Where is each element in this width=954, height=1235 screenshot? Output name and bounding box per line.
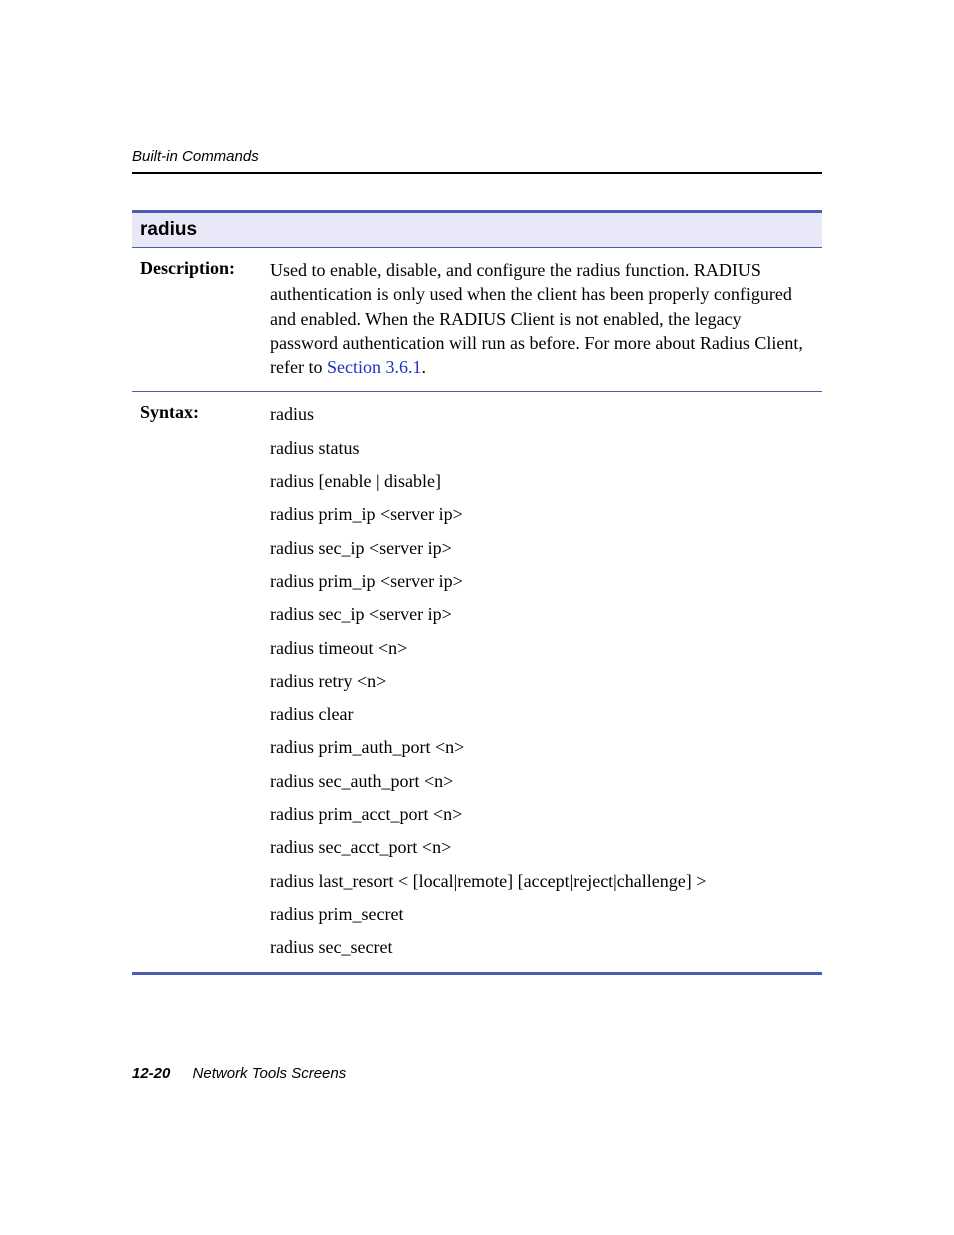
syntax-value: radius radius status radius [enable | di… bbox=[262, 392, 822, 973]
syntax-line: radius prim_ip <server ip> bbox=[270, 569, 814, 593]
syntax-lines: radius radius status radius [enable | di… bbox=[270, 402, 814, 959]
description-trail: . bbox=[421, 357, 426, 377]
page-number: 12-20 bbox=[132, 1065, 170, 1082]
page-header-section: Built-in Commands bbox=[132, 148, 822, 165]
syntax-line: radius prim_secret bbox=[270, 902, 814, 926]
syntax-line: radius [enable | disable] bbox=[270, 469, 814, 493]
syntax-line: radius sec_ip <server ip> bbox=[270, 602, 814, 626]
page-footer: 12-20 Network Tools Screens bbox=[132, 1065, 346, 1082]
description-label: Description: bbox=[132, 248, 262, 392]
syntax-line: radius sec_auth_port <n> bbox=[270, 769, 814, 793]
syntax-line: radius bbox=[270, 402, 814, 426]
syntax-line: radius sec_acct_port <n> bbox=[270, 835, 814, 859]
syntax-line: radius retry <n> bbox=[270, 669, 814, 693]
syntax-line: radius sec_ip <server ip> bbox=[270, 536, 814, 560]
description-row: Description: Used to enable, disable, an… bbox=[132, 248, 822, 392]
description-value: Used to enable, disable, and configure t… bbox=[262, 248, 822, 392]
syntax-line: radius sec_secret bbox=[270, 935, 814, 959]
main-content: radius Description: Used to enable, disa… bbox=[132, 210, 822, 975]
syntax-line: radius prim_ip <server ip> bbox=[270, 502, 814, 526]
command-table: radius Description: Used to enable, disa… bbox=[132, 210, 822, 975]
syntax-line: radius clear bbox=[270, 702, 814, 726]
syntax-line: radius last_resort < [local|remote] [acc… bbox=[270, 869, 814, 893]
command-title: radius bbox=[132, 212, 822, 248]
syntax-line: radius prim_auth_port <n> bbox=[270, 735, 814, 759]
syntax-line: radius timeout <n> bbox=[270, 636, 814, 660]
syntax-row: Syntax: radius radius status radius [ena… bbox=[132, 392, 822, 973]
syntax-line: radius prim_acct_port <n> bbox=[270, 802, 814, 826]
command-title-row: radius bbox=[132, 212, 822, 248]
syntax-line: radius status bbox=[270, 436, 814, 460]
section-link[interactable]: Section 3.6.1 bbox=[327, 357, 422, 377]
header-rule bbox=[132, 172, 822, 174]
syntax-label: Syntax: bbox=[132, 392, 262, 973]
footer-title: Network Tools Screens bbox=[193, 1065, 347, 1082]
